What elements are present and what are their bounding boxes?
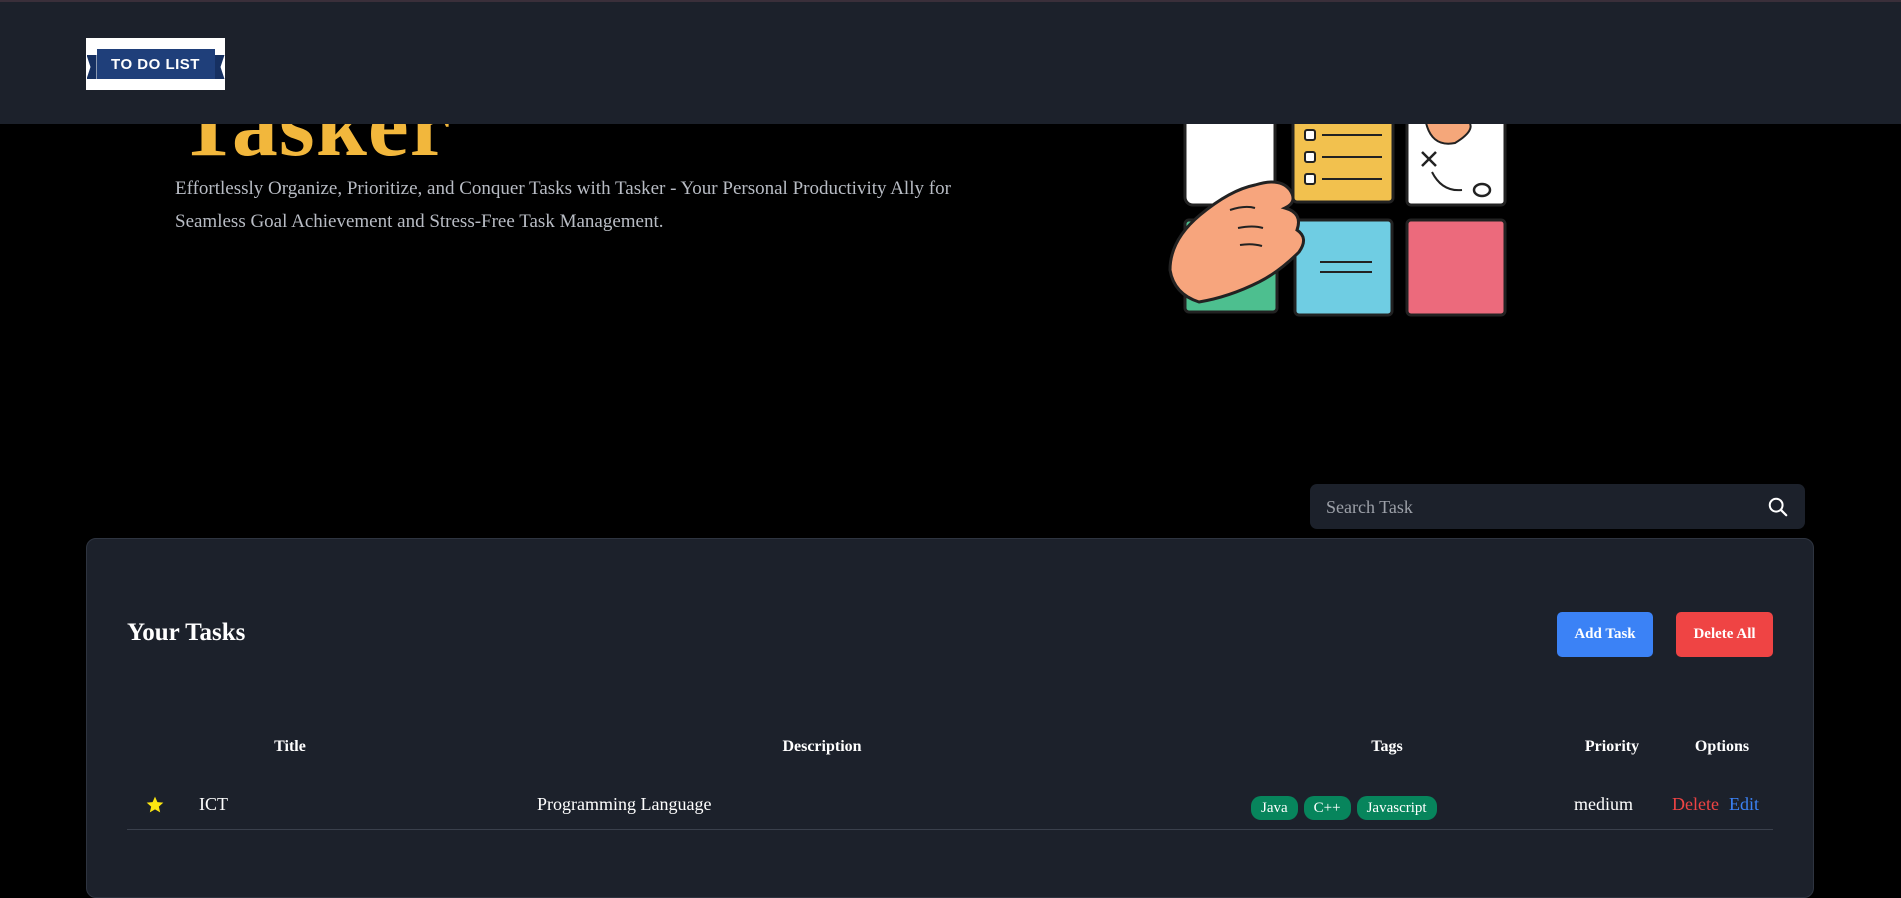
- search-box: [1310, 484, 1805, 531]
- column-header-description: Description: [782, 738, 862, 755]
- add-task-button[interactable]: Add Task: [1557, 612, 1653, 657]
- edit-task-link[interactable]: Edit: [1729, 794, 1759, 814]
- logo[interactable]: TO DO LIST: [86, 38, 225, 90]
- tasks-heading: Your Tasks: [127, 619, 246, 646]
- tag-badge: Javascript: [1356, 796, 1437, 820]
- task-options: Delete Edit: [1672, 794, 1769, 815]
- delete-all-button[interactable]: Delete All: [1676, 612, 1773, 657]
- column-header-options: Options: [1694, 738, 1750, 755]
- logo-text: TO DO LIST: [96, 49, 215, 79]
- task-priority: medium: [1574, 794, 1633, 814]
- search-input[interactable]: [1324, 484, 1748, 531]
- tasks-panel: Your Tasks Add Task Delete All Title Des…: [86, 538, 1814, 898]
- table-row: ICT Programming Language Java C++ Javascri…: [127, 787, 1773, 830]
- tag-badge: C++: [1303, 796, 1351, 820]
- task-title: ICT: [199, 794, 228, 814]
- top-navbar: TO DO LIST: [0, 0, 1901, 124]
- tag-badge: Java: [1251, 796, 1298, 820]
- star-icon[interactable]: [145, 795, 165, 815]
- hero-description: Effortlessly Organize, Prioritize, and C…: [175, 178, 951, 232]
- column-header-title: Title: [274, 738, 306, 755]
- column-header-tags: Tags: [1371, 738, 1403, 755]
- column-header-priority: Priority: [1584, 738, 1640, 755]
- delete-task-link[interactable]: Delete: [1672, 794, 1719, 814]
- sticky-notes-illustration: [1168, 103, 1507, 317]
- search-icon[interactable]: [1767, 496, 1789, 518]
- task-tags: Java C++ Javascript: [1251, 796, 1443, 820]
- task-description: Programming Language: [537, 794, 712, 814]
